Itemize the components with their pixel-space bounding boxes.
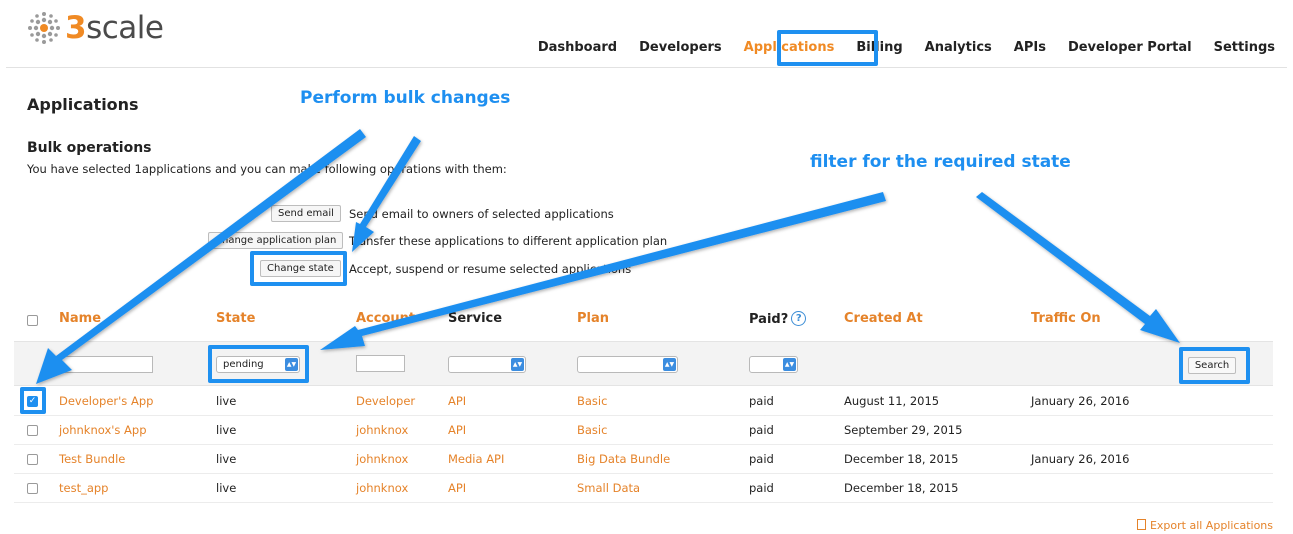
account-link[interactable]: johnknox — [356, 481, 408, 495]
column-service: Service — [448, 311, 503, 326]
nav-dashboard[interactable]: Dashboard — [538, 40, 617, 56]
export-all-label: Export all Applications — [1149, 519, 1273, 532]
plan-link[interactable]: Small Data — [577, 481, 640, 495]
nav-apis[interactable]: APIs — [1014, 40, 1046, 56]
column-plan[interactable]: Plan — [577, 311, 609, 326]
app-name-link[interactable]: Developer's App — [59, 394, 153, 408]
logo-wordmark: 3scale — [65, 9, 164, 46]
account-link[interactable]: Developer — [356, 394, 415, 408]
row-divider — [14, 473, 1273, 474]
service-link[interactable]: API — [448, 423, 466, 437]
app-name-link[interactable]: test_app — [59, 481, 108, 495]
paid-status: paid — [749, 394, 774, 408]
highlight-applications-tab — [777, 30, 878, 66]
traffic-on: January 26, 2016 — [1031, 452, 1130, 466]
app-state: live — [216, 452, 237, 466]
account-filter-input[interactable] — [356, 355, 405, 372]
nav-settings[interactable]: Settings — [1214, 40, 1275, 56]
header-divider — [6, 67, 1287, 68]
export-all-link[interactable]: Export all Applications — [1136, 519, 1273, 532]
plan-filter-select[interactable]: ▲▼ — [577, 356, 678, 373]
service-link[interactable]: API — [448, 481, 466, 495]
row-divider — [14, 502, 1273, 503]
plan-link[interactable]: Basic — [577, 394, 607, 408]
created-at: December 18, 2015 — [844, 452, 959, 466]
column-account[interactable]: Account — [356, 311, 415, 326]
row-checkbox[interactable] — [27, 425, 38, 436]
highlight-row-checkbox — [20, 387, 46, 414]
name-filter-input[interactable] — [59, 356, 153, 373]
nav-analytics[interactable]: Analytics — [925, 40, 992, 56]
paid-filter-select[interactable]: ▲▼ — [749, 356, 798, 373]
main-nav: Dashboard Developers Applications Billin… — [516, 40, 1275, 56]
highlight-search-button — [1179, 347, 1250, 384]
created-at: September 29, 2015 — [844, 423, 963, 437]
paid-status: paid — [749, 423, 774, 437]
app-name-link[interactable]: Test Bundle — [59, 452, 125, 466]
service-filter-select[interactable]: ▲▼ — [448, 356, 526, 373]
highlight-state-filter — [208, 345, 309, 383]
send-email-button[interactable]: Send email — [271, 205, 341, 222]
row-divider — [14, 444, 1273, 445]
service-link[interactable]: API — [448, 394, 466, 408]
app-name-link[interactable]: johnknox's App — [59, 423, 147, 437]
callout-bulk: Perform bulk changes — [300, 88, 511, 108]
paid-status: paid — [749, 452, 774, 466]
plan-link[interactable]: Big Data Bundle — [577, 452, 670, 466]
row-checkbox[interactable] — [27, 454, 38, 465]
app-state: live — [216, 481, 237, 495]
traffic-on: January 26, 2016 — [1031, 394, 1130, 408]
callout-filter: filter for the required state — [810, 152, 1071, 172]
select-arrows-icon: ▲▼ — [783, 358, 796, 371]
created-at: August 11, 2015 — [844, 394, 940, 408]
plan-link[interactable]: Basic — [577, 423, 607, 437]
created-at: December 18, 2015 — [844, 481, 959, 495]
column-traffic-on[interactable]: Traffic On — [1031, 311, 1101, 326]
app-state: live — [216, 423, 237, 437]
column-state[interactable]: State — [216, 311, 255, 326]
row-divider — [14, 415, 1273, 416]
select-all-checkbox[interactable] — [27, 315, 38, 326]
app-state: live — [216, 394, 237, 408]
nav-developers[interactable]: Developers — [639, 40, 722, 56]
column-paid: Paid?? — [749, 311, 807, 327]
row-checkbox[interactable] — [27, 483, 38, 494]
paid-status: paid — [749, 481, 774, 495]
page-title: Applications — [27, 95, 139, 114]
brand-logo[interactable]: 3scale — [27, 8, 164, 48]
account-link[interactable]: johnknox — [356, 423, 408, 437]
service-link[interactable]: Media API — [448, 452, 504, 466]
account-link[interactable]: johnknox — [356, 452, 408, 466]
highlight-change-state — [250, 251, 347, 286]
change-plan-description: Transfer these applications to different… — [349, 234, 668, 248]
column-name[interactable]: Name — [59, 311, 101, 326]
send-email-description: Send email to owners of selected applica… — [349, 207, 614, 221]
help-icon[interactable]: ? — [791, 311, 807, 326]
column-created-at[interactable]: Created At — [844, 311, 923, 326]
bulk-operations-title: Bulk operations — [27, 140, 152, 156]
select-arrows-icon: ▲▼ — [511, 358, 524, 371]
change-state-description: Accept, suspend or resume selected appli… — [349, 262, 632, 276]
nav-developer-portal[interactable]: Developer Portal — [1068, 40, 1192, 56]
spreadsheet-icon — [1136, 519, 1146, 530]
bulk-operations-description: You have selected 1applications and you … — [27, 162, 507, 176]
select-arrows-icon: ▲▼ — [663, 358, 676, 371]
change-plan-button[interactable]: Change application plan — [208, 232, 344, 249]
column-paid-label: Paid? — [749, 312, 789, 327]
logo-dots-icon — [28, 12, 60, 44]
